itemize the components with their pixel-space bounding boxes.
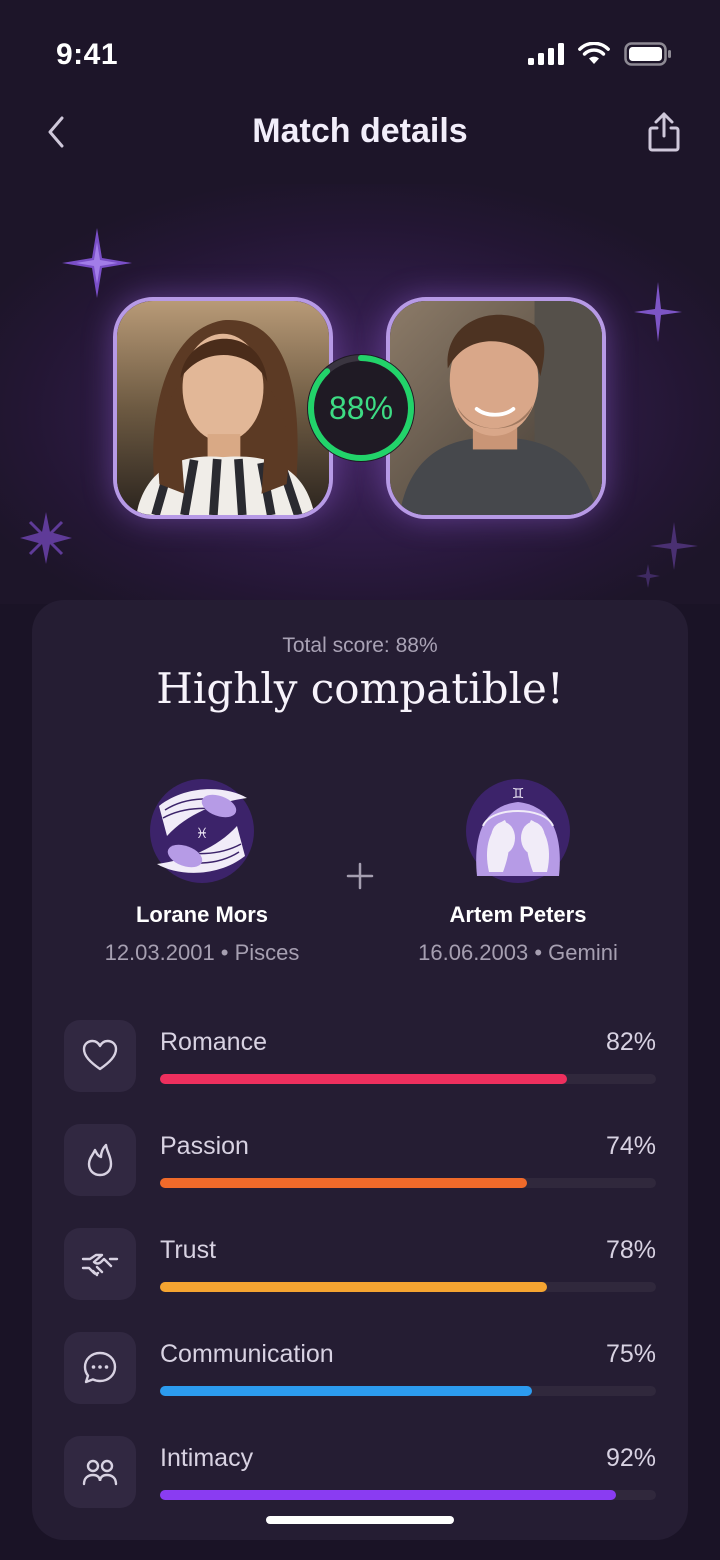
compatibility-card: Total score: 88% Highly compatible! ♓ Lo…: [32, 600, 688, 1540]
metric-progress-fill: [160, 1386, 532, 1396]
score-percentage: 88%: [328, 389, 394, 426]
metric-label: Romance: [160, 1028, 267, 1056]
battery-icon: [624, 42, 671, 66]
metric-label: Communication: [160, 1340, 334, 1368]
metric-icon-box: [64, 1124, 136, 1196]
metric-communication: Communication 75%: [64, 1332, 656, 1404]
user-photo-left[interactable]: [113, 297, 333, 519]
svg-text:♊: ♊: [512, 786, 525, 802]
status-time: 9:41: [56, 38, 119, 71]
heart-icon: [82, 1039, 118, 1071]
sparkle-icon: [636, 564, 660, 588]
person-left: ♓ Lorane Mors 12.03.2001 • Pisces: [52, 776, 352, 966]
navigation-bar: Match details: [0, 100, 720, 184]
signal-icon: [528, 43, 564, 65]
flame-icon: [87, 1143, 113, 1177]
metric-label: Trust: [160, 1236, 217, 1264]
metric-passion: Passion 74%: [64, 1124, 656, 1196]
sparkle-icon: [634, 282, 682, 342]
metric-progress-fill: [160, 1490, 617, 1500]
metric-progress-track: [160, 1386, 656, 1396]
person-name: Artem Peters: [449, 902, 587, 927]
share-icon: [648, 112, 680, 152]
sparkle-icon: [20, 512, 72, 564]
match-hero: 88%: [0, 184, 720, 604]
page-title: Match details: [252, 112, 468, 150]
metric-progress-track: [160, 1282, 656, 1292]
share-button[interactable]: [646, 110, 682, 154]
metric-icon-box: [64, 1436, 136, 1508]
metric-progress-fill: [160, 1178, 528, 1188]
metric-icon-box: [64, 1020, 136, 1092]
metric-label: Intimacy: [160, 1444, 254, 1472]
sparkle-icon: [650, 522, 698, 570]
metric-value: 92%: [605, 1444, 656, 1472]
metric-intimacy: Intimacy 92%: [64, 1436, 656, 1508]
sparkle-icon: [62, 228, 132, 298]
metric-progress-track: [160, 1490, 656, 1500]
metric-progress-fill: [160, 1074, 567, 1084]
home-indicator[interactable]: [266, 1516, 454, 1524]
handshake-icon: [81, 1253, 119, 1277]
status-icons: [528, 42, 672, 66]
people-icon: [82, 1459, 118, 1486]
metric-progress-track: [160, 1178, 656, 1188]
man-portrait: [390, 301, 602, 515]
metric-trust: Trust 78%: [64, 1228, 656, 1300]
metric-romance: Romance 82%: [64, 1020, 656, 1092]
person-name: Lorane Mors: [135, 902, 269, 927]
total-score-label: Total score: 88%: [282, 634, 438, 657]
metric-value: 78%: [605, 1236, 656, 1264]
metric-progress-fill: [160, 1282, 547, 1292]
person-right: ♊ Artem Peters 16.06.2003 • Gemini: [368, 776, 668, 966]
person-birth-info: 16.06.2003 • Gemini: [418, 940, 618, 965]
metric-icon-box: [64, 1332, 136, 1404]
wifi-icon: [578, 42, 610, 64]
metric-value: 82%: [605, 1028, 656, 1056]
metric-value: 74%: [605, 1132, 656, 1160]
metric-progress-track: [160, 1074, 656, 1084]
svg-text:♓: ♓: [196, 826, 209, 842]
metric-icon-box: [64, 1228, 136, 1300]
woman-portrait: [117, 301, 329, 515]
status-bar: 9:41: [0, 0, 720, 100]
metric-label: Passion: [160, 1132, 249, 1160]
pisces-icon: ♓: [150, 779, 254, 883]
person-birth-info: 12.03.2001 • Pisces: [104, 940, 300, 965]
gemini-icon: ♊: [466, 779, 570, 883]
chat-icon: [83, 1351, 117, 1384]
metric-value: 75%: [605, 1340, 656, 1368]
user-photo-right[interactable]: [386, 297, 606, 519]
compatibility-headline: Highly compatible!: [156, 664, 564, 713]
